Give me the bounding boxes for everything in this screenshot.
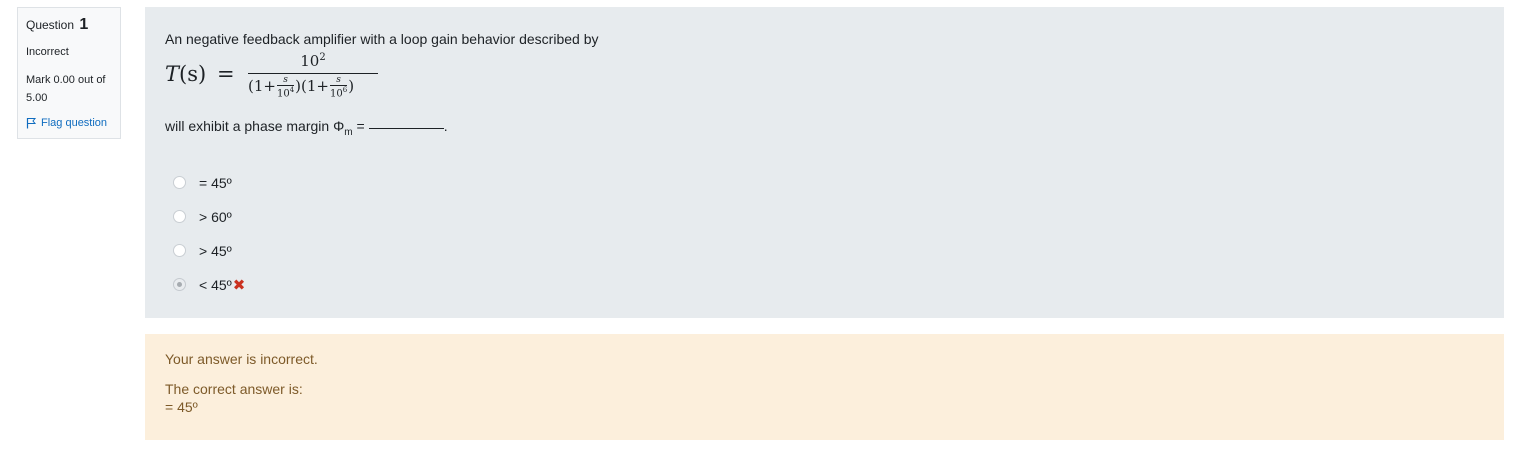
mini-1-exponent: 4	[289, 86, 295, 94]
answer-label: < 45º	[199, 276, 232, 293]
mini-fraction-1: s 104	[276, 76, 295, 100]
phase-subscript: m	[344, 126, 353, 138]
numerator-base: 10	[300, 52, 320, 70]
answer-label: > 60º	[199, 208, 232, 225]
phase-prefix: will exhibit a phase margin Φ	[165, 118, 345, 134]
formula-fraction: 102 (1+ s 104)(1+ s 106)	[248, 52, 378, 106]
answer-radio[interactable]	[173, 244, 186, 258]
answer-option[interactable]: > 45º	[173, 234, 1484, 268]
denominator-part-1: (1+	[248, 77, 276, 96]
flag-icon	[26, 117, 37, 129]
numerator-exponent: 2	[319, 52, 326, 63]
answer-radio[interactable]	[173, 176, 186, 190]
question-info-panel: Question 1 Incorrect Mark 0.00 out of 5.…	[17, 7, 121, 139]
correct-answer-value: = 45º	[165, 399, 198, 415]
answer-options: = 45º > 60º > 45º < 45º ✖	[173, 166, 1484, 302]
formula-symbol: T	[165, 62, 180, 86]
formula-arg: (s)	[179, 62, 207, 86]
feedback-panel: Your answer is incorrect. The correct an…	[145, 334, 1504, 440]
question-text: An negative feedback amplifier with a lo…	[165, 31, 599, 47]
answer-option[interactable]: > 60º	[173, 200, 1484, 234]
formula-numerator: 102	[248, 52, 378, 70]
phase-equals: =	[356, 118, 365, 134]
question-label: Question	[26, 18, 75, 32]
feedback-status: Your answer is incorrect.	[165, 351, 318, 367]
answer-radio-selected[interactable]	[173, 278, 186, 292]
answer-blank	[368, 127, 444, 129]
question-number: 1	[79, 16, 89, 33]
mini-fraction-2-bottom: 106	[330, 86, 348, 100]
loop-gain-formula: T(s) = 102 (1+ s 104)(1+ s 106)	[165, 52, 1484, 108]
mini-2-exponent: 6	[342, 86, 348, 94]
phase-margin-line: will exhibit a phase margin Φm =.	[165, 118, 1484, 138]
question-number-line: Question 1	[26, 17, 112, 33]
denominator-part-2: )(1+	[295, 77, 329, 96]
correct-answer-label: The correct answer is:	[165, 381, 303, 397]
formula-denominator: (1+ s 104)(1+ s 106)	[248, 76, 355, 100]
mini-fraction-2: s 106	[330, 76, 348, 100]
mini-fraction-1-bottom: 104	[276, 86, 295, 100]
mini-2-base: 10	[330, 88, 343, 100]
answer-option[interactable]: < 45º ✖	[173, 268, 1484, 302]
grade-line-1: Mark 0.00 out of	[26, 74, 106, 86]
question-state: Incorrect	[26, 46, 69, 58]
answer-radio[interactable]	[173, 210, 186, 224]
question-grade: Mark 0.00 out of 5.00	[26, 71, 112, 107]
fraction-bar	[248, 73, 378, 74]
mini-fraction-2-top: s	[330, 76, 348, 86]
flag-question-label: Flag question	[41, 117, 108, 129]
flag-question-link[interactable]: Flag question	[26, 117, 112, 129]
formula-equals: =	[217, 62, 235, 86]
answer-label: > 45º	[199, 242, 232, 259]
answer-label: = 45º	[199, 174, 232, 191]
answer-option[interactable]: = 45º	[173, 166, 1484, 200]
mini-fraction-1-top: s	[276, 76, 295, 86]
formula-lhs: T(s)	[165, 62, 206, 86]
mini-1-base: 10	[276, 88, 290, 100]
question-formulation: An negative feedback amplifier with a lo…	[145, 7, 1504, 318]
grade-line-2: 5.00	[26, 92, 48, 104]
phase-suffix: .	[443, 118, 448, 134]
denominator-close: )	[348, 77, 355, 96]
cross-icon: ✖	[232, 276, 246, 294]
